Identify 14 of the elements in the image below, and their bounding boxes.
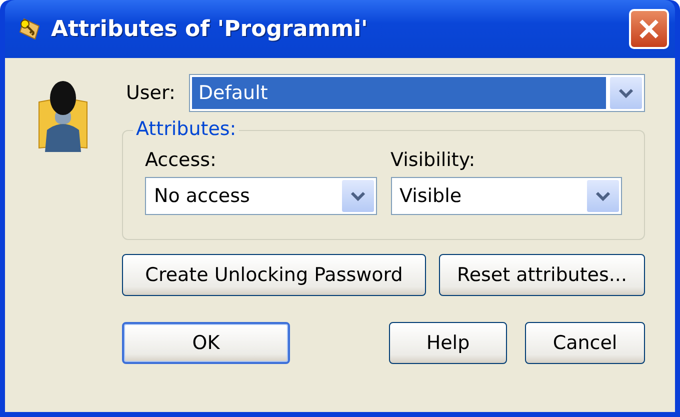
action-button[interactable]: Create Unlocking Password [122,254,426,296]
dialog-button[interactable]: Cancel [525,322,645,364]
user-label: User: [126,82,176,104]
dropdown-field[interactable]: Visible [390,177,622,215]
dropdown-field[interactable]: Default [189,74,645,112]
window-title: Attributes of 'Programmi' [51,16,369,42]
close-button[interactable] [629,9,669,49]
dialog-button[interactable]: OK [122,322,290,364]
dropdown-field[interactable]: No access [145,177,376,215]
field-label: Visibility: [390,149,476,171]
dialog-button[interactable]: Help [389,322,507,364]
field-label: Access: [145,149,218,171]
close-icon [638,18,660,40]
action-button[interactable]: Reset attributes... [439,254,645,296]
